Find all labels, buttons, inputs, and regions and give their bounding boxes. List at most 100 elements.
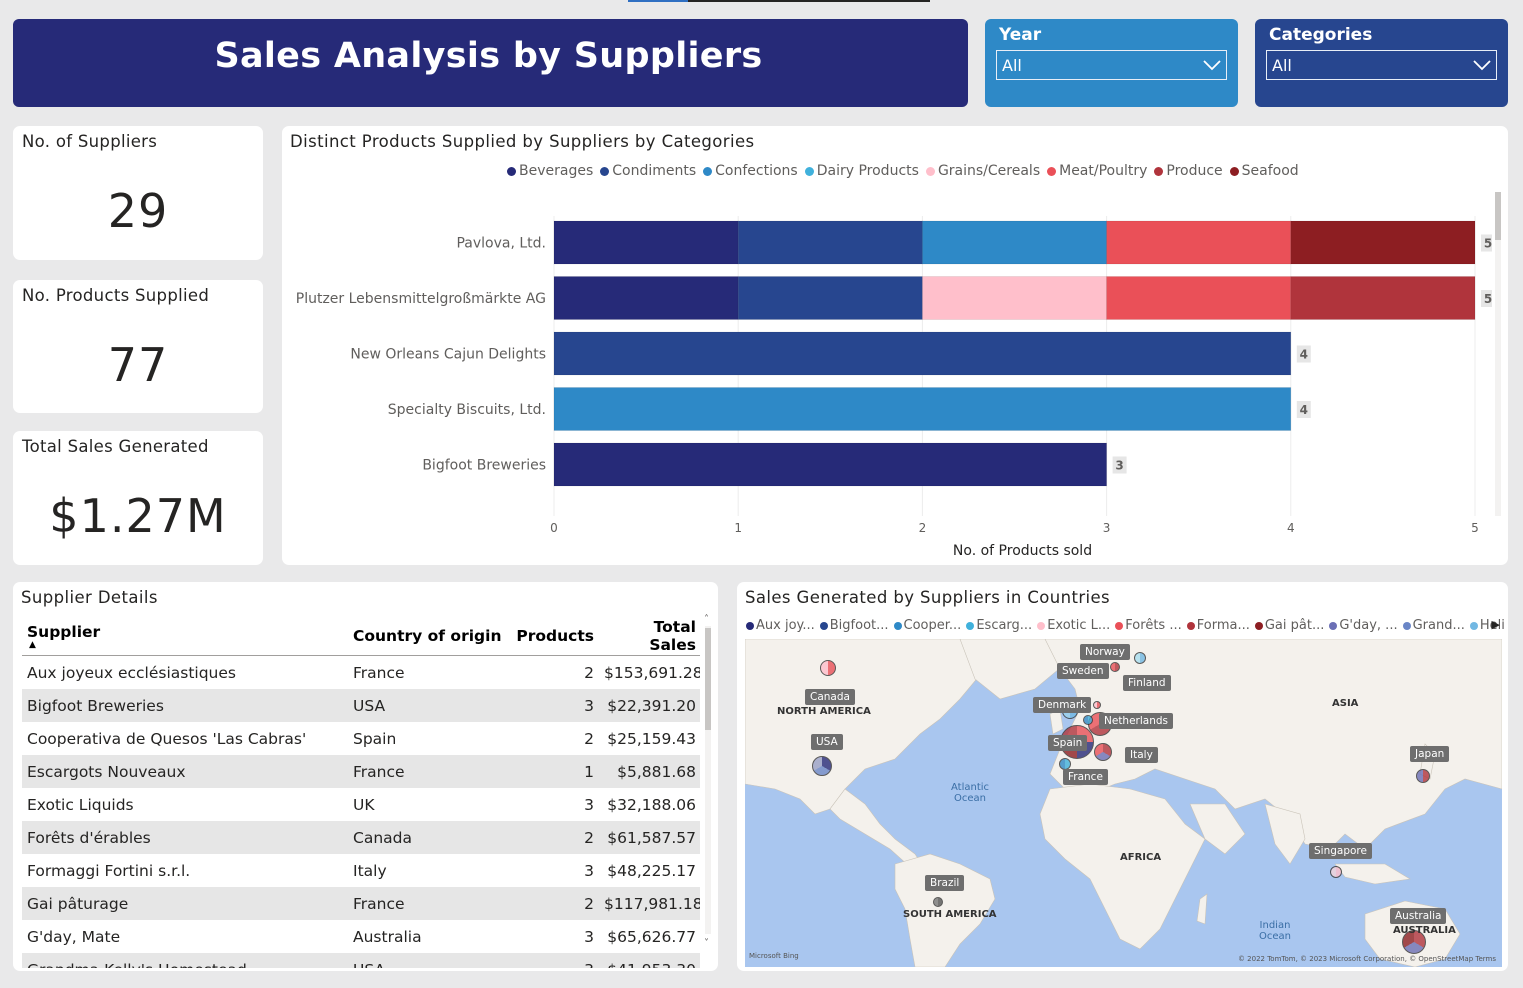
cell-total-sales: $65,626.77 [607, 927, 696, 946]
map-legend-item[interactable]: Heli Sü... [1469, 618, 1508, 633]
cell-products: 1 [584, 762, 594, 781]
table-header: Supplier ▲ Country of origin Products To… [22, 616, 700, 656]
map-legend-item[interactable]: Gai pât... [1254, 618, 1324, 633]
bar-segment[interactable] [922, 220, 1107, 265]
table-row[interactable]: Formaggi Fortini s.r.l. Italy 3 $48,225.17 [22, 854, 700, 887]
bar-segment[interactable] [553, 220, 739, 265]
kpi-label: No. Products Supplied [22, 286, 210, 305]
cell-total-sales: $5,881.68 [617, 762, 696, 781]
year-dropdown-value: All [1002, 55, 1022, 75]
map-legend-item[interactable]: Forma... [1186, 618, 1250, 633]
cell-total-sales: $61,587.57 [607, 828, 696, 847]
chart-scrollbar[interactable] [1495, 192, 1501, 516]
cell-supplier: Aux joyeux ecclésiastiques [27, 663, 236, 682]
bar-segment[interactable] [737, 220, 923, 265]
bing-logo: Microsoft Bing [749, 952, 799, 960]
map-legend-item[interactable]: Cooper... [893, 618, 961, 633]
map-title: Sales Generated by Suppliers in Countrie… [745, 588, 1111, 607]
country-bubble[interactable] [1110, 662, 1120, 672]
bar-segment[interactable] [922, 276, 1107, 320]
legend-item[interactable]: Beverages [507, 163, 593, 179]
x-tick-label: 2 [919, 521, 927, 535]
country-label: Canada [805, 689, 855, 705]
bar-segment[interactable] [737, 276, 923, 320]
country-bubble[interactable] [1330, 866, 1342, 878]
map-legend-item[interactable]: Forêts ... [1115, 618, 1182, 633]
cell-total-sales: $117,981.18 [604, 894, 700, 913]
map-copyright[interactable]: © 2022 TomTom, © 2023 Microsoft Corporat… [1238, 955, 1496, 963]
scrollbar-thumb[interactable] [705, 628, 711, 730]
map-legend-item[interactable]: Escarg... [966, 618, 1032, 633]
world-map[interactable]: Norway Sweden Finland Denmark Netherlands Spa… [745, 639, 1502, 967]
country-bubble[interactable] [1083, 715, 1093, 725]
table-row[interactable]: Escargots Nouveaux France 1 $5,881.68 [22, 755, 700, 788]
table-row[interactable]: Aux joyeux ecclésiastiques France 2 $153,69… [22, 656, 700, 689]
country-bubble[interactable] [1134, 652, 1146, 664]
table-row[interactable]: Gai pâturage France 2 $117,981.18 [22, 887, 700, 920]
column-header-supplier[interactable]: Supplier ▲ [22, 623, 348, 649]
legend-item[interactable]: Meat/Poultry [1047, 163, 1147, 179]
chevron-down-icon [1473, 60, 1491, 71]
country-bubble[interactable] [1093, 701, 1101, 709]
continent-label: ASIA [1332, 698, 1359, 709]
legend-dot [804, 166, 814, 176]
continent-label: NORTH AMERICA [777, 706, 871, 717]
legend-dot [1115, 621, 1124, 630]
cell-products: 3 [584, 861, 594, 880]
table-scrollbar[interactable]: ˄ ˅ [704, 612, 712, 952]
table-row[interactable]: Forêts d'érables Canada 2 $61,587.57 [22, 821, 700, 854]
bar-segment[interactable] [1106, 276, 1292, 320]
country-label: Netherlands [1099, 713, 1174, 729]
column-header-total-sales[interactable]: Total Sales [604, 618, 700, 654]
bar-segment[interactable] [1290, 220, 1476, 265]
bar-segment[interactable] [1290, 276, 1476, 320]
country-bubble[interactable] [820, 660, 836, 676]
ocean-label: Indian Ocean [1259, 920, 1291, 942]
column-header-country[interactable]: Country of origin [348, 627, 505, 645]
kpi-label: Total Sales Generated [22, 437, 209, 456]
table-row[interactable]: Cooperativa de Quesos 'Las Cabras' Spain 2… [22, 722, 700, 755]
table-row[interactable]: Grandma Kelly's HomesteadUSA3$41,953.30 [22, 953, 700, 968]
table-row[interactable]: G'day, Mate Australia 3 $65,626.77 [22, 920, 700, 953]
bar-segment[interactable] [553, 442, 1107, 487]
scroll-up-icon[interactable]: ˄ [704, 614, 709, 625]
table-row[interactable]: Exotic Liquids UK 3 $32,188.06 [22, 788, 700, 821]
bar-segment[interactable] [553, 276, 739, 320]
cell-country: Spain [353, 729, 397, 748]
map-legend-item[interactable]: Grand... [1402, 618, 1465, 633]
country-bubble[interactable] [1094, 743, 1112, 761]
country-bubble[interactable] [933, 897, 943, 907]
map-legend-item[interactable]: Exotic L... [1037, 618, 1110, 633]
column-header-products[interactable]: Products [505, 627, 604, 645]
legend-item[interactable]: Produce [1154, 163, 1223, 179]
legend-item[interactable]: Confections [703, 163, 798, 179]
table-row[interactable]: Bigfoot Breweries USA 3 $22,391.20 [22, 689, 700, 722]
cell-total-sales: $32,188.06 [607, 795, 696, 814]
legend-next-icon[interactable]: ▶ [1492, 618, 1500, 631]
kpi-value: 77 [107, 338, 169, 392]
cell-country: USA [348, 961, 505, 969]
map-legend-item[interactable]: Bigfoot... [819, 618, 889, 633]
country-bubble[interactable] [812, 756, 832, 776]
legend-dot [1229, 166, 1239, 176]
legend-item[interactable]: Dairy Products [804, 163, 919, 179]
supplier-details-panel: Supplier Details Supplier ▲ Country of o… [13, 582, 718, 971]
scroll-down-icon[interactable]: ˅ [704, 938, 709, 949]
legend-item[interactable]: Condiments [600, 163, 696, 179]
kpi-card-suppliers: No. of Suppliers 29 [13, 126, 263, 260]
categories-dropdown[interactable]: All [1266, 50, 1497, 80]
bar-segment[interactable] [553, 387, 1292, 431]
country-bubble[interactable] [1416, 769, 1430, 783]
cell-supplier: Gai pâturage [27, 894, 129, 913]
categories-dropdown-value: All [1272, 55, 1292, 75]
map-legend-item[interactable]: Aux joy... [746, 618, 815, 633]
legend-item[interactable]: Seafood [1229, 163, 1299, 179]
year-dropdown[interactable]: All [996, 50, 1227, 80]
legend-dot [925, 166, 935, 176]
bar-segment[interactable] [1106, 220, 1292, 265]
kpi-card-sales: Total Sales Generated $1.27M [13, 431, 263, 565]
map-legend-item[interactable]: G'day, ... [1329, 618, 1398, 633]
bar-segment[interactable] [553, 331, 1292, 376]
cell-country: UK [353, 795, 375, 814]
legend-item[interactable]: Grains/Cereals [925, 163, 1040, 179]
